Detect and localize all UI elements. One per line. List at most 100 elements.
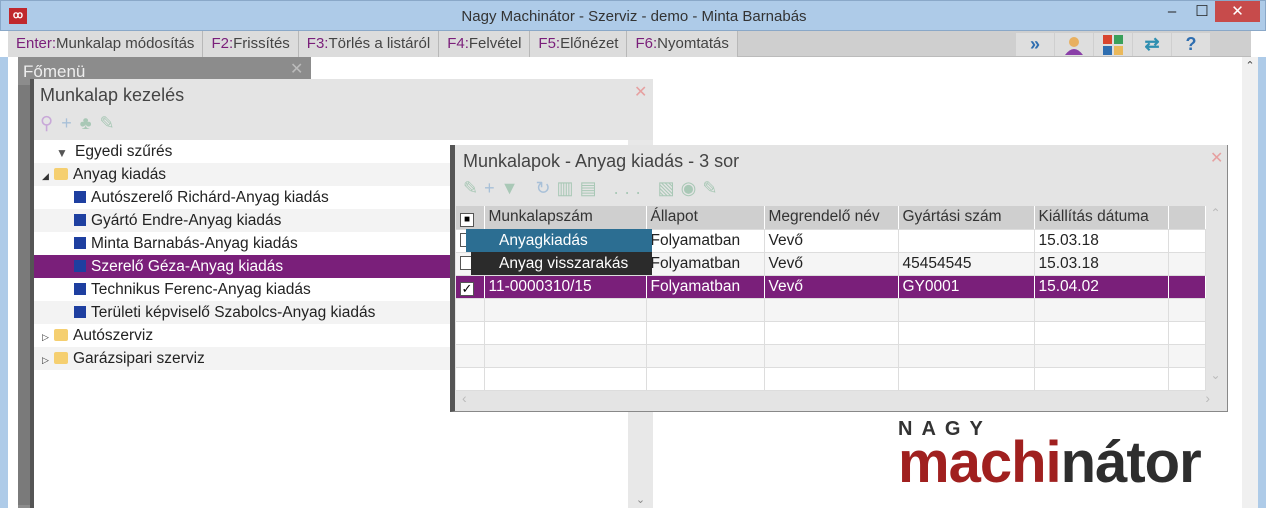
more-button[interactable]: ... xyxy=(614,178,647,198)
main-menu-close-icon[interactable]: ✕ xyxy=(290,59,303,79)
computer-icon xyxy=(74,306,86,318)
refresh-icon[interactable]: ↻ xyxy=(535,178,556,198)
cell-nev xyxy=(764,344,899,368)
maximize-button[interactable]: ☐ xyxy=(1187,1,1217,22)
worksheets-window: Munkalapok - Anyag kiadás - 3 sor ✕ ✎+▼ … xyxy=(450,145,1228,412)
f5-preview-button[interactable]: F5:Előnézet xyxy=(530,31,628,57)
window-title: Nagy Machinátor - Szerviz - demo - Minta… xyxy=(461,8,807,25)
column-header[interactable]: Munkalapszám xyxy=(484,206,647,230)
tree-item-label: Gyártó Endre-Anyag kiadás xyxy=(91,212,282,229)
user-icon[interactable] xyxy=(1055,33,1093,56)
cell-datum xyxy=(1034,321,1169,345)
minimize-button[interactable]: – xyxy=(1157,1,1187,22)
button-label: Előnézet xyxy=(560,35,619,52)
plus-icon[interactable]: + xyxy=(484,178,501,198)
cell-gyartasi: 45454545 xyxy=(898,252,1035,276)
logo-red-text: machi xyxy=(898,430,1062,495)
f4-add-button[interactable]: F4:Felvétel xyxy=(439,31,531,57)
folder-icon xyxy=(54,352,68,364)
cell-nev: Vevő xyxy=(764,275,899,299)
tiles-icon[interactable] xyxy=(1094,33,1132,56)
cell-allapot: Folyamatban xyxy=(646,252,765,276)
column-header[interactable]: Kiállítás dátuma xyxy=(1034,206,1169,230)
select-all-checkbox[interactable]: ■ xyxy=(456,206,485,230)
print-icon[interactable]: ▤ xyxy=(580,178,603,198)
menu-item-anyagkiadas[interactable]: Anyagkiadás xyxy=(466,229,652,252)
empty-row xyxy=(456,298,1206,322)
search-icon[interactable]: ⚲ xyxy=(40,113,61,133)
close-button[interactable]: ✕ xyxy=(1215,1,1260,22)
button-label: Munkalap módosítás xyxy=(56,35,195,52)
tree-item-label: Anyag kiadás xyxy=(73,166,167,183)
eye-icon[interactable]: ◉ xyxy=(681,178,703,198)
export-icon[interactable]: ▧ xyxy=(658,178,681,198)
cell-datum xyxy=(1034,344,1169,368)
filter-icon[interactable]: ▼ xyxy=(501,178,525,198)
edit-icon[interactable]: ✎ xyxy=(463,178,484,198)
button-label: Felvétel xyxy=(468,35,522,52)
computer-icon xyxy=(74,237,86,249)
column-header[interactable]: Gyártási szám xyxy=(898,206,1035,230)
help-icon[interactable]: ? xyxy=(1172,33,1210,56)
tree-icon[interactable]: ♣ xyxy=(80,113,100,133)
collapsed-arrow-icon[interactable]: ▷ xyxy=(42,349,54,372)
cell-allapot xyxy=(646,321,765,345)
cell-szam xyxy=(484,344,647,368)
grid-horizontal-scrollbar[interactable]: ‹ › xyxy=(456,390,1224,410)
cell-gyartasi xyxy=(898,298,1035,322)
row-checkbox[interactable]: ✓ xyxy=(456,275,485,299)
cell-allapot: Folyamatban xyxy=(646,275,765,299)
table-row[interactable]: ✓ 11-0000310/15 Folyamatban Vevő GY0001 15.04… xyxy=(456,275,1206,299)
window-title: Munkalapok - Anyag kiadás - 3 sor xyxy=(463,151,740,171)
trash-icon[interactable]: ▥ xyxy=(557,178,580,198)
menu-item-anyag-visszarakas[interactable]: Anyag visszarakás xyxy=(471,252,652,275)
cell-nev xyxy=(764,298,899,322)
empty-row xyxy=(456,321,1206,345)
cell-nev xyxy=(764,321,899,345)
pin-icon[interactable]: ✎ xyxy=(100,113,123,133)
grid-vertical-scrollbar[interactable]: ⌃ ⌄ xyxy=(1207,206,1224,382)
key-label: F2: xyxy=(211,35,234,52)
expanded-arrow-icon[interactable]: ◢ xyxy=(42,165,54,188)
main-menu-icon-strip[interactable] xyxy=(18,85,30,505)
column-header[interactable]: Állapot xyxy=(646,206,765,230)
cell-szam: 11-0000310/15 xyxy=(484,275,647,299)
cell-nev: Vevő xyxy=(764,252,899,276)
tree-item-label: Autószerelő Richárd-Anyag kiadás xyxy=(91,189,329,206)
cell-filler xyxy=(1168,275,1206,299)
main-scrollbar[interactable]: ⌃ xyxy=(1242,57,1258,508)
computer-icon xyxy=(74,283,86,295)
enter-modify-button[interactable]: Enter:Munkalap módosítás xyxy=(8,31,204,57)
row-checkbox xyxy=(456,344,485,368)
cell-allapot xyxy=(646,344,765,368)
cell-gyartasi xyxy=(898,344,1035,368)
cell-nev xyxy=(764,367,899,391)
button-label: Nyomtatás xyxy=(657,35,729,52)
f3-delete-button[interactable]: F3:Törlés a listáról xyxy=(298,31,440,57)
panel-close-icon[interactable]: ✕ xyxy=(634,82,647,102)
logo-wordmark: machinátor xyxy=(898,434,1202,492)
cell-allapot xyxy=(646,367,765,391)
tree-item-label: Egyedi szűrés xyxy=(75,143,173,160)
key-label: F5: xyxy=(538,35,561,52)
key-label: Enter: xyxy=(16,35,57,52)
empty-row xyxy=(456,344,1206,368)
folder-icon xyxy=(54,329,68,341)
f6-print-button[interactable]: F6:Nyomtatás xyxy=(627,31,738,57)
f2-refresh-button[interactable]: F2:Frissítés xyxy=(203,31,299,57)
column-header[interactable]: Megrendelő név xyxy=(764,206,899,230)
key-label: F4: xyxy=(447,35,469,52)
double-chevron-right-icon[interactable]: » xyxy=(1016,33,1054,56)
cell-datum xyxy=(1034,367,1169,391)
key-label: F6: xyxy=(635,35,658,52)
plus-icon[interactable]: + xyxy=(61,113,80,133)
pin-icon[interactable]: ✎ xyxy=(702,178,723,198)
cell-filler xyxy=(1168,367,1206,391)
window-close-icon[interactable]: ✕ xyxy=(1210,148,1223,168)
collapsed-arrow-icon[interactable]: ▷ xyxy=(42,326,54,349)
swap-arrows-icon[interactable]: ⇄ xyxy=(1133,33,1171,56)
column-header-filler xyxy=(1168,206,1206,230)
tree-item-label: Szerelő Géza-Anyag kiadás xyxy=(91,258,284,275)
cell-szam xyxy=(484,321,647,345)
button-label: Frissítés xyxy=(233,35,290,52)
